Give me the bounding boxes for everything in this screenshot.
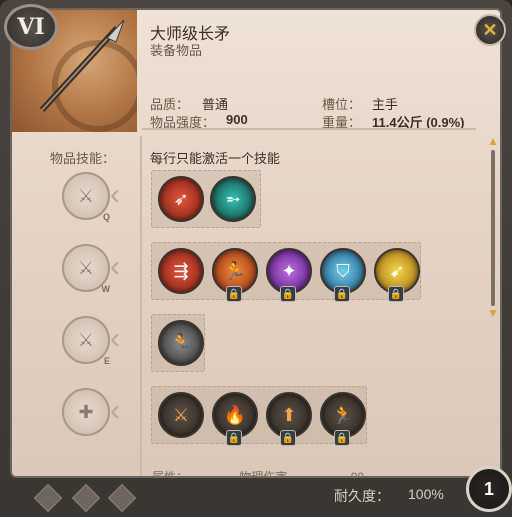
arcane-strike-icon: ✦	[281, 260, 297, 281]
tier-badge: VI	[4, 4, 58, 50]
chevron-left-icon: ‹	[110, 322, 120, 355]
lock-icon: 🔒	[280, 430, 296, 446]
durability-value: 100%	[408, 486, 444, 502]
quality-label: 品质：	[150, 97, 190, 112]
lock-icon: 🔒	[280, 286, 296, 302]
column-divider	[140, 136, 142, 476]
spear-thrust-icon: ➶	[173, 188, 189, 209]
scrollbar[interactable]: ▲ ▼	[486, 135, 500, 320]
scroll-down-icon[interactable]: ▼	[486, 307, 500, 319]
shield-break-icon: ⛉	[336, 260, 350, 281]
scroll-track[interactable]	[491, 150, 495, 306]
skill-slot-e: ⚔ E	[62, 316, 110, 366]
flame-icon: 🔥	[223, 404, 247, 425]
lock-icon: 🔒	[334, 286, 350, 302]
close-icon: ✕	[482, 19, 498, 40]
slot-value: 主手	[372, 97, 399, 112]
runner-buff-icon: 🏃	[331, 404, 355, 425]
lock-icon: 🔒	[226, 286, 242, 302]
stack-count: 1	[466, 466, 512, 512]
item-type: 装备物品	[150, 43, 203, 58]
slot-key: Q	[102, 212, 110, 222]
spear-dash-icon: ➵	[225, 188, 241, 209]
sword-icon: ⚔	[77, 185, 95, 206]
close-button[interactable]: ✕	[474, 14, 506, 46]
chevron-left-icon: ‹	[110, 250, 120, 283]
body-icon: ✚	[78, 401, 94, 422]
chevron-left-icon: ‹	[110, 394, 120, 427]
skill-icon[interactable]: ➵	[210, 176, 256, 222]
fire-runner-icon: 🏃	[223, 260, 247, 281]
skills-hint: 每行只能激活一个技能	[150, 151, 281, 166]
lock-icon: 🔒	[388, 286, 404, 302]
skill-slot-q: ⚔ Q	[62, 172, 110, 222]
sword-icon: ⚔	[77, 329, 95, 350]
scroll-up-icon[interactable]: ▲	[486, 135, 500, 147]
triple-thrust-icon: ⇶	[173, 260, 189, 281]
sword-buff-icon: ⚔	[172, 404, 190, 425]
golden-spear-icon: ➹	[389, 260, 405, 281]
skill-icon[interactable]: ➶	[158, 176, 204, 222]
lock-icon: 🔒	[226, 430, 242, 446]
chevron-left-icon: ‹	[110, 178, 120, 211]
skills-label: 物品技能：	[50, 151, 116, 166]
lock-icon: 🔒	[334, 430, 350, 446]
power-up-icon: ⬆	[281, 404, 297, 425]
slot-key: W	[101, 284, 111, 294]
skill-icon[interactable]: 🏃	[158, 320, 204, 366]
power-value: 900	[226, 112, 248, 127]
quality-value: 普通	[202, 97, 229, 112]
divider	[142, 128, 476, 130]
skill-icon[interactable]: ⇶	[158, 248, 204, 294]
skill-slot-w: ⚔ W	[62, 244, 111, 294]
skill-icon[interactable]: ⚔	[158, 392, 204, 438]
sword-icon: ⚔	[77, 257, 95, 278]
skill-slot-passive: ✚	[62, 388, 110, 436]
durability-label: 耐久度：	[334, 488, 390, 504]
slot-label: 槽位：	[322, 97, 362, 112]
sprint-icon: 🏃	[169, 332, 193, 353]
